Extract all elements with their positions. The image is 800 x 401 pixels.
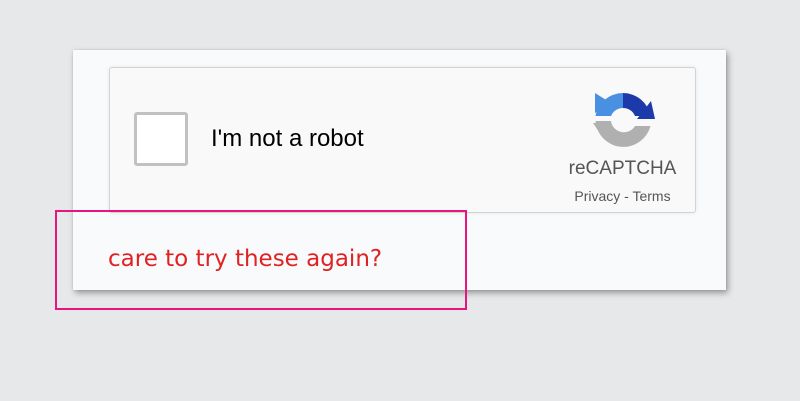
robot-checkbox[interactable] [134,112,188,166]
recaptcha-brand-name: reCAPTCHA [568,158,677,179]
recaptcha-widget: I'm not a robot reCAPTCHA Privacy - Term… [109,67,696,213]
recaptcha-links: Privacy - Terms [550,187,695,205]
highlight-box [55,210,467,310]
links-separator: - [620,188,633,204]
privacy-link[interactable]: Privacy [574,188,620,204]
checkbox-label: I'm not a robot [211,125,364,152]
terms-link[interactable]: Terms [632,188,670,204]
recaptcha-logo-icon [593,93,655,147]
recaptcha-branding: reCAPTCHA Privacy - Terms [550,88,695,206]
